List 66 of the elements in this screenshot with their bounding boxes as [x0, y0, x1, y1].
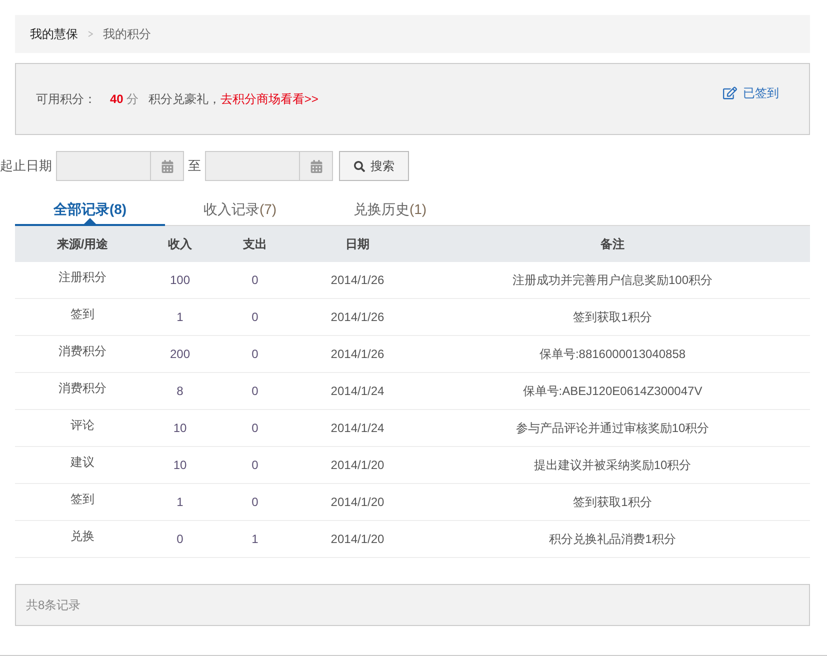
table-cell-text: 200 — [168, 347, 192, 361]
column-header: 支出 — [242, 236, 268, 252]
table-cell-text: 0 — [250, 421, 260, 435]
tab[interactable]: 收入记录(7) — [165, 195, 315, 226]
table-cell-text: 参与产品评论并通过审核奖励10积分 — [514, 420, 710, 436]
breadcrumb-item[interactable]: 我的慧保 — [30, 26, 78, 42]
points-unit: 分 — [126, 90, 138, 108]
table-cell-text: 1 — [250, 532, 260, 546]
column-header: 来源/用途 — [56, 236, 110, 252]
table-cell-text: 签到 — [70, 490, 96, 508]
table-cell-text: 1 — [176, 495, 184, 509]
end-date-field[interactable] — [205, 151, 333, 181]
calendar-icon[interactable] — [160, 160, 174, 172]
table-cell-text: 提出建议并被采纳奖励10积分 — [532, 456, 692, 474]
table-cell-text: 1 — [176, 310, 184, 324]
table-cell-text: 2014/1/24 — [330, 421, 386, 435]
calendar-icon[interactable] — [310, 160, 322, 172]
table-cell-text: 2014/1/26 — [330, 347, 386, 361]
breadcrumb-item: 我的积分 — [103, 26, 151, 42]
mall-link[interactable]: 去积分商场看看>> — [220, 90, 318, 108]
table-cell-text: 0 — [250, 273, 260, 287]
checkin-link[interactable]: 已签到 — [723, 84, 779, 102]
table-cell-text: 100 — [168, 273, 192, 287]
table-cell-text: 积分兑换礼品消费1积分 — [548, 530, 677, 548]
table-cell-text: 评论 — [70, 416, 96, 434]
table-cell-text: 建议 — [70, 454, 96, 470]
table-cell-text: 2014/1/24 — [330, 384, 386, 398]
table-cell-text: 0 — [250, 347, 260, 361]
table-cell-text: 签到获取1积分 — [572, 494, 653, 510]
table-cell-text: 注册成功并完善用户信息奖励100积分 — [511, 272, 714, 288]
table-cell-text: 0 — [176, 532, 184, 546]
edit-icon — [723, 86, 737, 100]
table-cell-text: 2014/1/20 — [330, 458, 386, 472]
points-value: 40 — [110, 92, 124, 106]
table-cell-text: 2014/1/26 — [330, 310, 386, 324]
table-cell-text: 2014/1/20 — [330, 532, 386, 546]
table-cell-text: 10 — [172, 421, 188, 435]
table-cell-text: 0 — [250, 310, 260, 324]
chevron-icon — [88, 31, 93, 37]
table-cell-text: 0 — [250, 458, 260, 472]
table-cell-text: 签到 — [70, 306, 96, 322]
start-date-field[interactable] — [56, 151, 184, 181]
table-cell-text: 消费积分 — [58, 380, 108, 396]
table-cell-text: 签到获取1积分 — [572, 308, 653, 326]
date-range-label: 起止日期 — [0, 157, 52, 175]
column-header: 日期 — [344, 236, 370, 252]
table-cell-text: 0 — [250, 495, 260, 509]
column-header: 备注 — [600, 236, 626, 252]
table-cell-text: 10 — [172, 458, 188, 472]
to-label: 至 — [188, 157, 201, 175]
table-cell-text: 0 — [250, 384, 260, 398]
search-icon — [354, 160, 364, 172]
table-cell-text: 消费积分 — [58, 342, 108, 360]
tab[interactable]: 兑换历史(1) — [315, 195, 465, 226]
table-cell-text: 兑换 — [70, 528, 96, 544]
column-header: 收入 — [167, 236, 193, 252]
table-cell-text: 8 — [176, 384, 184, 398]
table-cell-text: 注册积分 — [58, 268, 108, 286]
points-label: 可用积分： — [36, 90, 96, 108]
table-cell-text: 保单号:8816000013040858 — [538, 346, 687, 362]
table-cell-text: 保单号:ABEJ120E0614Z300047V — [522, 382, 704, 400]
table-cell-text: 2014/1/20 — [330, 495, 386, 509]
table-cell-text: 2014/1/26 — [330, 273, 386, 287]
search-button[interactable]: 搜索 — [339, 151, 409, 181]
promo-text: 积分兑豪礼， — [148, 90, 220, 108]
record-count: 共8条记录 — [26, 596, 81, 614]
